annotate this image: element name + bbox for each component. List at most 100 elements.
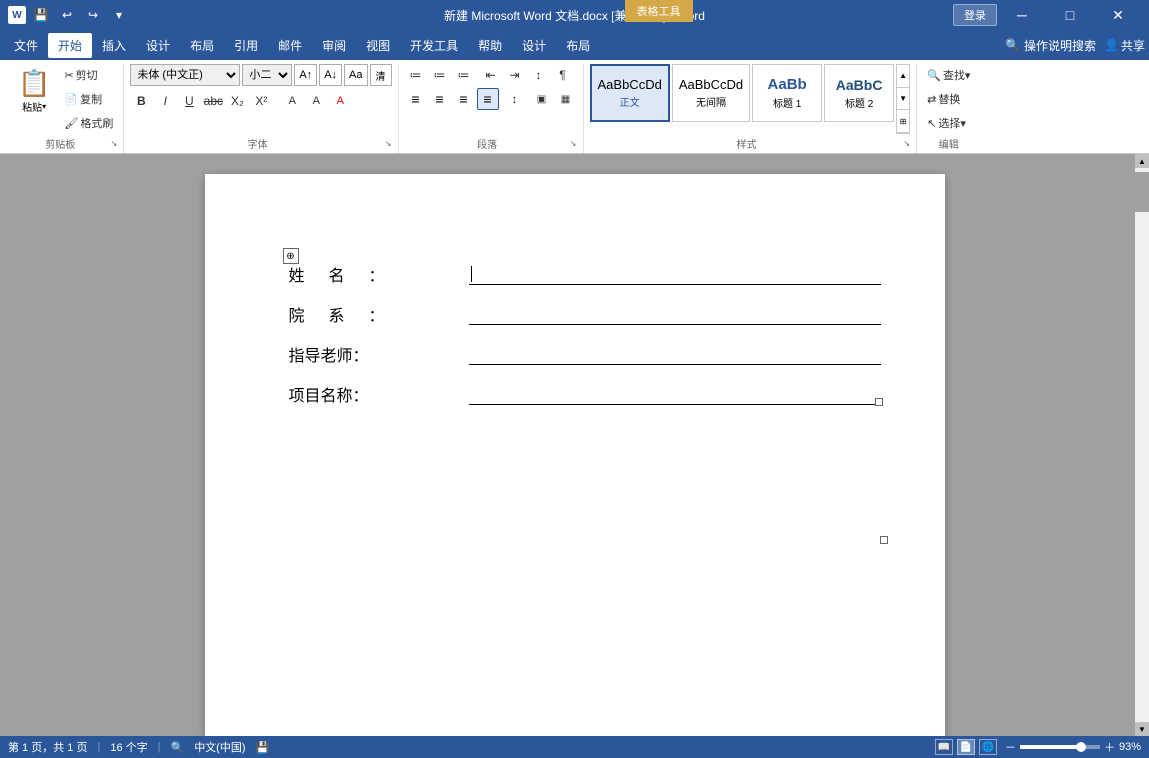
replace-button[interactable]: ⇄ 替换 [923,88,964,110]
field-value-supervisor[interactable] [465,334,885,374]
supervisor-field-line[interactable] [469,343,881,365]
paste-button[interactable]: 📋 粘贴▾ [10,64,58,118]
clipboard-expand-icon[interactable]: ↘ [111,139,118,148]
align-left-button[interactable]: ≡ [405,88,427,110]
menu-layout[interactable]: 布局 [180,33,224,58]
scroll-down-button[interactable]: ▼ [1135,722,1149,736]
minimize-button[interactable]: ─ [999,0,1045,30]
multilevel-button[interactable]: ≔ [453,64,475,86]
numbering-button[interactable]: ≔ [429,64,451,86]
field-value-project[interactable] [465,374,885,414]
zoom-out-button[interactable]: － [1005,739,1016,755]
read-view-button[interactable]: 📖 [935,739,953,755]
font-color-button[interactable]: A [329,90,351,112]
vertical-scrollbar[interactable]: ▲ ▼ [1135,154,1149,736]
strikethrough-button[interactable]: abc [202,90,224,112]
zoom-thumb[interactable] [1076,742,1086,752]
field-value-name[interactable] [465,254,885,294]
bold-button[interactable]: B [130,90,152,112]
save-button[interactable]: 💾 [30,4,52,26]
superscript-button[interactable]: X² [250,90,272,112]
undo-button[interactable]: ↩ [56,4,78,26]
font-name-select[interactable]: 未体 (中文正) [130,64,240,86]
bullets-button[interactable]: ≔ [405,64,427,86]
project-field-line[interactable] [469,383,881,405]
styles-scroll[interactable]: ▲ ▼ ⊞ [896,64,910,134]
field-value-dept[interactable] [465,294,885,334]
align-center-button[interactable]: ≡ [429,88,451,110]
print-view-button[interactable]: 📄 [957,739,975,755]
table-move-handle[interactable]: ⊕ [283,248,299,264]
copy-button[interactable]: 📄 复制 [60,88,117,110]
styles-scroll-up[interactable]: ▲ [897,65,909,88]
font-increase-button[interactable]: A↑ [294,64,317,86]
paragraph-expand-icon[interactable]: ↘ [570,139,577,148]
menu-file[interactable]: 文件 [4,33,48,58]
borders-button[interactable]: ▦ [555,88,577,110]
web-view-button[interactable]: 🌐 [979,739,997,755]
paste-label: 粘贴▾ [22,99,46,114]
styles-scroll-expand[interactable]: ⊞ [897,110,909,133]
close-button[interactable]: ✕ [1095,0,1141,30]
increase-indent-button[interactable]: ⇥ [504,64,526,86]
scroll-track[interactable] [1135,212,1149,722]
shading-button[interactable]: ▣ [531,88,553,110]
zoom-control: － ＋ 93% [1005,739,1141,755]
login-button[interactable]: 登录 [953,4,997,26]
scroll-thumb[interactable] [1135,172,1149,212]
zoom-in-button[interactable]: ＋ [1104,739,1115,755]
subscript-button[interactable]: X₂ [226,90,248,112]
styles-scroll-down[interactable]: ▼ [897,88,909,111]
zoom-slider[interactable] [1020,745,1100,749]
font-expand-icon[interactable]: ↘ [385,139,392,148]
cut-button[interactable]: ✂ 剪切 [60,64,117,86]
select-button[interactable]: ↖ 选择 ▾ [923,112,970,134]
underline-button[interactable]: U [178,90,200,112]
style-normal-button[interactable]: AaBbCcDd 正文 [590,64,670,122]
highlight-button[interactable]: A [305,90,327,112]
styles-expand-icon[interactable]: ↘ [903,139,910,148]
menu-view[interactable]: 视图 [356,33,400,58]
menu-design[interactable]: 设计 [136,33,180,58]
align-right-button[interactable]: ≡ [453,88,475,110]
font-clear-button[interactable]: 清 [370,64,392,86]
find-button[interactable]: 🔍 查找 ▾ [923,64,974,86]
table-row: 姓 名 ： [285,254,885,294]
sort-button[interactable]: ↕ [528,64,550,86]
menu-mailings[interactable]: 邮件 [268,33,312,58]
font-size-select[interactable]: 小二 [242,64,292,86]
restore-button[interactable]: □ [1047,0,1093,30]
font-case-button[interactable]: Aa [344,64,367,86]
name-field-line[interactable] [469,263,881,285]
word-count: 16 个字 [110,739,147,755]
style-heading1-button[interactable]: AaBb 标题 1 [752,64,822,122]
menu-table-design[interactable]: 设计 [512,33,556,58]
italic-button[interactable]: I [154,90,176,112]
menu-insert[interactable]: 插入 [92,33,136,58]
style-no-spacing-button[interactable]: AaBbCcDd 无间隔 [672,64,750,122]
document-area[interactable]: ⊕ 姓 名 ： 院 系 ： [0,154,1149,758]
customize-button[interactable]: ▾ [108,4,130,26]
show-marks-button[interactable]: ¶ [552,64,574,86]
table-resize-handle[interactable] [880,536,888,544]
line-spacing-button[interactable]: ↕ [504,88,526,110]
menu-home[interactable]: 开始 [48,33,92,58]
dept-field-line[interactable] [469,303,881,325]
menubar: 文件 开始 插入 设计 布局 引用 邮件 审阅 视图 开发工具 帮助 设计 布局… [0,30,1149,60]
redo-button[interactable]: ↪ [82,4,104,26]
scroll-up-button[interactable]: ▲ [1135,154,1149,168]
menu-references[interactable]: 引用 [224,33,268,58]
format-painter-button[interactable]: 🖌 格式刷 [60,112,117,134]
style-heading2-button[interactable]: AaBbC 标题 2 [824,64,894,122]
decrease-indent-button[interactable]: ⇤ [480,64,502,86]
menu-developer[interactable]: 开发工具 [400,33,468,58]
justify-button[interactable]: ≡ [477,88,499,110]
font-decrease-button[interactable]: A↓ [319,64,342,86]
text-effect-button[interactable]: A [281,90,303,112]
menu-help[interactable]: 帮助 [468,33,512,58]
menu-review[interactable]: 审阅 [312,33,356,58]
field-label-supervisor: 指导老师： [285,334,465,374]
menu-table-layout[interactable]: 布局 [556,33,600,58]
cell-handle[interactable] [875,398,883,406]
share-button[interactable]: 👤 共享 [1104,37,1145,54]
